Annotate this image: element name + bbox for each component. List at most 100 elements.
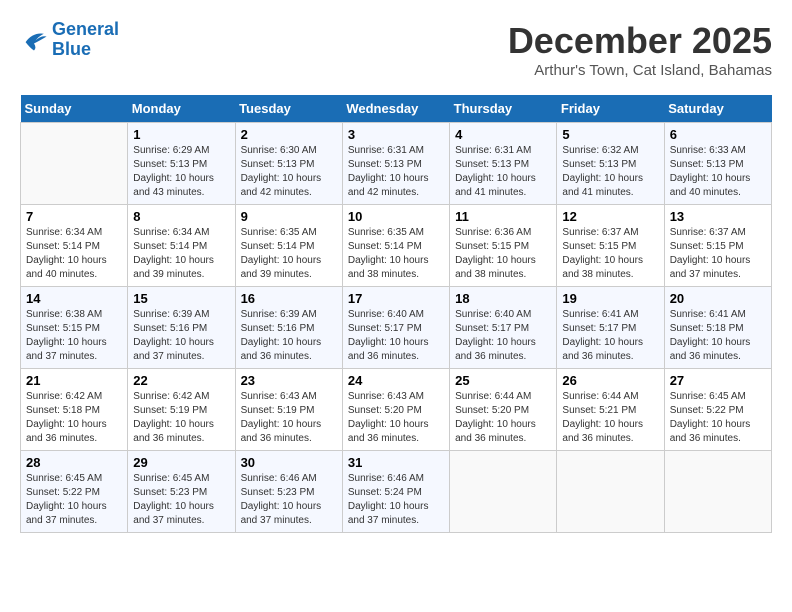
- day-number: 14: [26, 291, 122, 306]
- day-info: Sunrise: 6:34 AMSunset: 5:14 PMDaylight:…: [26, 226, 122, 282]
- day-number: 17: [348, 291, 444, 306]
- day-info: Sunrise: 6:43 AMSunset: 5:19 PMDaylight:…: [241, 390, 337, 446]
- day-number: 15: [133, 291, 229, 306]
- day-number: 3: [348, 127, 444, 142]
- day-number: 19: [562, 291, 658, 306]
- day-info: Sunrise: 6:41 AMSunset: 5:18 PMDaylight:…: [670, 308, 766, 364]
- day-number: 11: [455, 209, 551, 224]
- calendar-cell: [21, 123, 128, 205]
- logo-text: General Blue: [52, 20, 119, 60]
- weekday-header: Monday: [128, 95, 235, 123]
- calendar-cell: 27 Sunrise: 6:45 AMSunset: 5:22 PMDayligh…: [664, 369, 771, 451]
- day-info: Sunrise: 6:45 AMSunset: 5:22 PMDaylight:…: [670, 390, 766, 446]
- day-number: 30: [241, 455, 337, 470]
- day-number: 18: [455, 291, 551, 306]
- logo: General Blue: [20, 20, 119, 60]
- day-number: 4: [455, 127, 551, 142]
- calendar-cell: 16Sunrise: 6:39 AMSunset: 5:16 PMDayligh…: [235, 287, 342, 369]
- day-info: Sunrise: 6:43 AMSunset: 5:20 PMDaylight:…: [348, 390, 444, 446]
- day-info: Sunrise: 6:42 AMSunset: 5:18 PMDaylight:…: [26, 390, 122, 446]
- calendar-cell: 4 Sunrise: 6:31 AMSunset: 5:13 PMDaylight…: [450, 123, 557, 205]
- day-number: 6: [670, 127, 766, 142]
- weekday-header: Sunday: [21, 95, 128, 123]
- day-number: 26: [562, 373, 658, 388]
- calendar-cell: 31 Sunrise: 6:46 AMSunset: 5:24 PMDayligh…: [342, 451, 449, 533]
- day-number: 13: [670, 209, 766, 224]
- day-info: Sunrise: 6:29 AMSunset: 5:13 PMDaylight:…: [133, 144, 229, 200]
- day-number: 23: [241, 373, 337, 388]
- day-number: 31: [348, 455, 444, 470]
- calendar-week-row: 21 Sunrise: 6:42 AMSunset: 5:18 PMDayligh…: [21, 369, 772, 451]
- calendar-cell: 5Sunrise: 6:32 AMSunset: 5:13 PMDaylight…: [557, 123, 664, 205]
- calendar-cell: 3 Sunrise: 6:31 AMSunset: 5:13 PMDaylight…: [342, 123, 449, 205]
- calendar-cell: [664, 451, 771, 533]
- calendar-cell: [450, 451, 557, 533]
- calendar-cell: 8 Sunrise: 6:34 AMSunset: 5:14 PMDaylight…: [128, 205, 235, 287]
- calendar-cell: 30 Sunrise: 6:46 AMSunset: 5:23 PMDayligh…: [235, 451, 342, 533]
- calendar-cell: 29Sunrise: 6:45 AMSunset: 5:23 PMDayligh…: [128, 451, 235, 533]
- day-info: Sunrise: 6:37 AMSunset: 5:15 PMDaylight:…: [562, 226, 658, 282]
- calendar-cell: 10 Sunrise: 6:35 AMSunset: 5:14 PMDayligh…: [342, 205, 449, 287]
- calendar-cell: 28 Sunrise: 6:45 AMSunset: 5:22 PMDayligh…: [21, 451, 128, 533]
- calendar-cell: 12Sunrise: 6:37 AMSunset: 5:15 PMDayligh…: [557, 205, 664, 287]
- calendar-cell: 13 Sunrise: 6:37 AMSunset: 5:15 PMDayligh…: [664, 205, 771, 287]
- day-info: Sunrise: 6:44 AMSunset: 5:20 PMDaylight:…: [455, 390, 551, 446]
- calendar-cell: 22Sunrise: 6:42 AMSunset: 5:19 PMDayligh…: [128, 369, 235, 451]
- calendar-cell: 20 Sunrise: 6:41 AMSunset: 5:18 PMDayligh…: [664, 287, 771, 369]
- day-number: 2: [241, 127, 337, 142]
- day-number: 21: [26, 373, 122, 388]
- day-number: 9: [241, 209, 337, 224]
- day-info: Sunrise: 6:40 AMSunset: 5:17 PMDaylight:…: [348, 308, 444, 364]
- calendar-week-row: 1 Sunrise: 6:29 AMSunset: 5:13 PMDaylight…: [21, 123, 772, 205]
- day-info: Sunrise: 6:45 AMSunset: 5:22 PMDaylight:…: [26, 472, 122, 528]
- calendar-cell: 9 Sunrise: 6:35 AMSunset: 5:14 PMDaylight…: [235, 205, 342, 287]
- calendar-cell: [557, 451, 664, 533]
- day-info: Sunrise: 6:37 AMSunset: 5:15 PMDaylight:…: [670, 226, 766, 282]
- weekday-header: Tuesday: [235, 95, 342, 123]
- calendar-cell: 11 Sunrise: 6:36 AMSunset: 5:15 PMDayligh…: [450, 205, 557, 287]
- day-info: Sunrise: 6:30 AMSunset: 5:13 PMDaylight:…: [241, 144, 337, 200]
- day-info: Sunrise: 6:39 AMSunset: 5:16 PMDaylight:…: [241, 308, 337, 364]
- day-number: 24: [348, 373, 444, 388]
- day-info: Sunrise: 6:31 AMSunset: 5:13 PMDaylight:…: [348, 144, 444, 200]
- calendar-cell: 24 Sunrise: 6:43 AMSunset: 5:20 PMDayligh…: [342, 369, 449, 451]
- location-subtitle: Arthur's Town, Cat Island, Bahamas: [508, 62, 772, 79]
- day-info: Sunrise: 6:34 AMSunset: 5:14 PMDaylight:…: [133, 226, 229, 282]
- day-info: Sunrise: 6:40 AMSunset: 5:17 PMDaylight:…: [455, 308, 551, 364]
- day-number: 25: [455, 373, 551, 388]
- title-area: December 2025 Arthur's Town, Cat Island,…: [508, 20, 772, 79]
- day-info: Sunrise: 6:46 AMSunset: 5:24 PMDaylight:…: [348, 472, 444, 528]
- day-info: Sunrise: 6:41 AMSunset: 5:17 PMDaylight:…: [562, 308, 658, 364]
- calendar-cell: 7 Sunrise: 6:34 AMSunset: 5:14 PMDaylight…: [21, 205, 128, 287]
- weekday-header-row: SundayMondayTuesdayWednesdayThursdayFrid…: [21, 95, 772, 123]
- calendar-cell: 19 Sunrise: 6:41 AMSunset: 5:17 PMDayligh…: [557, 287, 664, 369]
- calendar-cell: 17 Sunrise: 6:40 AMSunset: 5:17 PMDayligh…: [342, 287, 449, 369]
- day-info: Sunrise: 6:31 AMSunset: 5:13 PMDaylight:…: [455, 144, 551, 200]
- calendar-cell: 23 Sunrise: 6:43 AMSunset: 5:19 PMDayligh…: [235, 369, 342, 451]
- month-title: December 2025: [508, 20, 772, 62]
- day-info: Sunrise: 6:35 AMSunset: 5:14 PMDaylight:…: [241, 226, 337, 282]
- day-number: 1: [133, 127, 229, 142]
- day-info: Sunrise: 6:36 AMSunset: 5:15 PMDaylight:…: [455, 226, 551, 282]
- day-number: 20: [670, 291, 766, 306]
- calendar-cell: 25 Sunrise: 6:44 AMSunset: 5:20 PMDayligh…: [450, 369, 557, 451]
- calendar-week-row: 14 Sunrise: 6:38 AMSunset: 5:15 PMDayligh…: [21, 287, 772, 369]
- calendar-cell: 6 Sunrise: 6:33 AMSunset: 5:13 PMDaylight…: [664, 123, 771, 205]
- day-info: Sunrise: 6:38 AMSunset: 5:15 PMDaylight:…: [26, 308, 122, 364]
- day-info: Sunrise: 6:35 AMSunset: 5:14 PMDaylight:…: [348, 226, 444, 282]
- day-info: Sunrise: 6:39 AMSunset: 5:16 PMDaylight:…: [133, 308, 229, 364]
- logo-icon: [20, 28, 48, 52]
- day-info: Sunrise: 6:44 AMSunset: 5:21 PMDaylight:…: [562, 390, 658, 446]
- day-info: Sunrise: 6:33 AMSunset: 5:13 PMDaylight:…: [670, 144, 766, 200]
- calendar-cell: 2 Sunrise: 6:30 AMSunset: 5:13 PMDaylight…: [235, 123, 342, 205]
- day-number: 5: [562, 127, 658, 142]
- day-number: 22: [133, 373, 229, 388]
- day-number: 8: [133, 209, 229, 224]
- day-number: 28: [26, 455, 122, 470]
- calendar-week-row: 7 Sunrise: 6:34 AMSunset: 5:14 PMDaylight…: [21, 205, 772, 287]
- day-number: 27: [670, 373, 766, 388]
- day-info: Sunrise: 6:46 AMSunset: 5:23 PMDaylight:…: [241, 472, 337, 528]
- calendar-cell: 15 Sunrise: 6:39 AMSunset: 5:16 PMDayligh…: [128, 287, 235, 369]
- day-number: 10: [348, 209, 444, 224]
- day-number: 7: [26, 209, 122, 224]
